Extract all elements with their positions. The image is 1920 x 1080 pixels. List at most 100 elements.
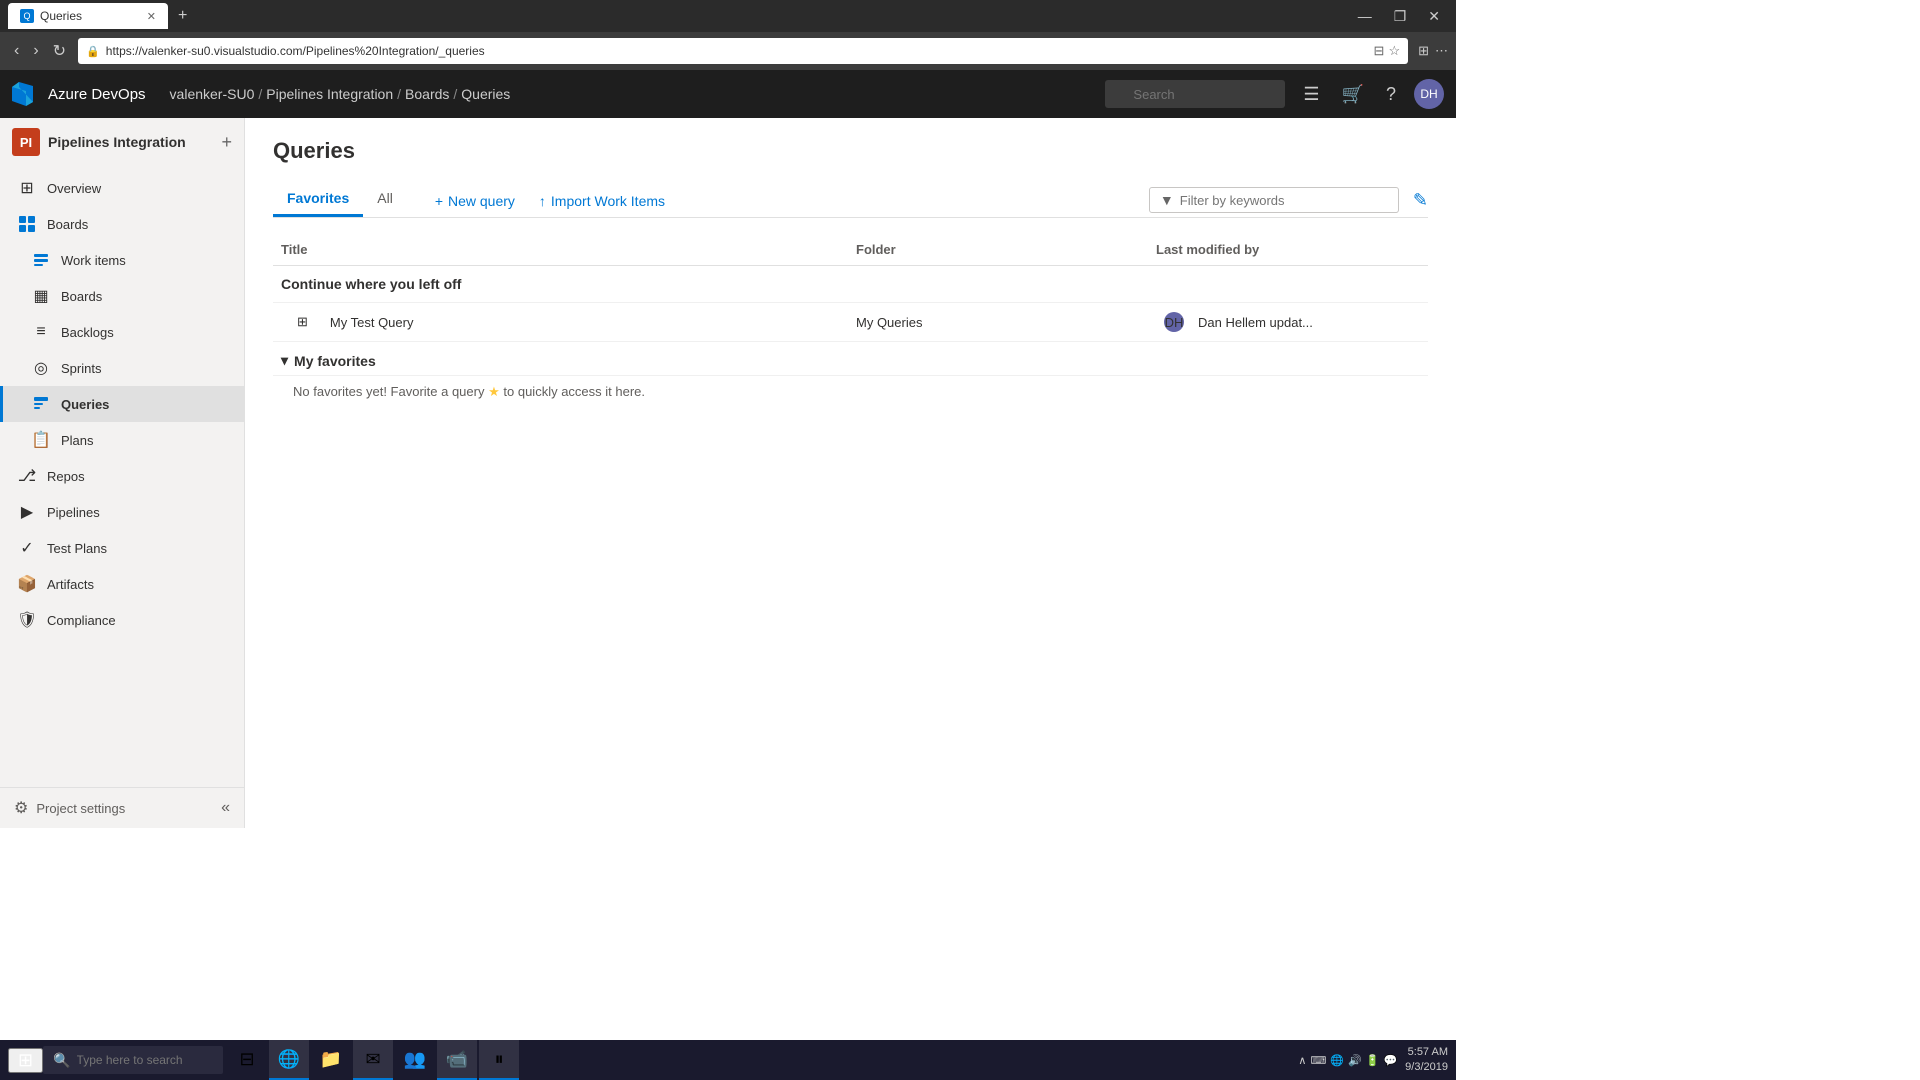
back-button[interactable]: ‹ [8,37,25,65]
project-settings-label: Project settings [36,801,125,816]
main-layout: PI Pipelines Integration + ⊞ Overview Bo… [0,118,1456,828]
taskbar-app-paused[interactable]: ⏸ [479,1040,519,1080]
help-button[interactable]: ? [1382,80,1400,109]
browser-tab[interactable]: Q Queries ✕ [8,3,168,29]
tab-all[interactable]: All [363,182,407,217]
global-search-wrapper[interactable]: 🔍 [1105,80,1285,108]
breadcrumb-sep-1: / [258,86,262,102]
no-favorites-text: No favorites yet! Favorite a query [293,384,484,399]
system-tray-expand[interactable]: ∧ [1298,1054,1306,1067]
reader-mode-icon[interactable]: ⊟ [1374,43,1385,59]
user-avatar[interactable]: DH [1414,79,1444,109]
new-query-button[interactable]: + New query [427,189,523,213]
modified-by-wrapper: DH Dan Hellem updat... [1156,312,1420,332]
minimize-button[interactable]: — [1350,8,1380,25]
taskbar-app-inbox[interactable]: ✉ [353,1040,393,1080]
taskbar-time-value: 5:57 AM [1405,1045,1448,1060]
col-folder: Folder [848,242,1148,257]
extensions-icon[interactable]: ⊞ [1418,43,1429,59]
notification-icon[interactable]: 💬 [1383,1054,1397,1067]
taskbar-clock[interactable]: 5:57 AM 9/3/2019 [1405,1045,1448,1076]
notifications-button[interactable]: ☰ [1299,80,1323,109]
no-favorites-suffix: to quickly access it here. [503,384,645,399]
query-title-text: My Test Query [322,315,422,330]
taskbar-app-task-view[interactable]: ⊟ [227,1040,267,1080]
import-work-items-button[interactable]: ↑ Import Work Items [531,189,673,213]
keyboard-icon: ⌨ [1310,1054,1326,1067]
filter-icon: ▼ [1160,192,1174,208]
taskbar-app-file-explorer[interactable]: 📁 [311,1040,351,1080]
sidebar: PI Pipelines Integration + ⊞ Overview Bo… [0,118,245,828]
filter-box: ▼ ✎ [1149,187,1428,213]
sidebar-item-artifacts[interactable]: 📦 Artifacts [0,566,244,602]
address-bar[interactable]: 🔒 https://valenker-su0.visualstudio.com/… [78,38,1408,64]
sidebar-item-repos[interactable]: ⎇ Repos [0,458,244,494]
table-header: Title Folder Last modified by [273,234,1428,266]
task-view-icon: ⊟ [240,1049,255,1070]
global-search-input[interactable] [1105,80,1285,108]
sidebar-label-overview: Overview [47,181,101,196]
repos-icon: ⎇ [17,466,37,486]
paused-icon: ⏸ [495,1049,504,1070]
url-text: https://valenker-su0.visualstudio.com/Pi… [106,44,485,58]
sidebar-item-boards-header[interactable]: Boards [0,206,244,242]
sidebar-item-backlogs[interactable]: ≡ Backlogs [0,314,244,350]
tab-close-button[interactable]: ✕ [147,10,156,23]
breadcrumb-org[interactable]: valenker-SU0 [170,86,255,102]
artifacts-icon: 📦 [17,574,37,594]
taskbar-app-teams[interactable]: 👥 [395,1040,435,1080]
sidebar-item-overview[interactable]: ⊞ Overview [0,170,244,206]
filter-keywords-input[interactable] [1180,193,1388,208]
maximize-button[interactable]: ❐ [1386,8,1415,25]
sidebar-item-test-plans[interactable]: ✓ Test Plans [0,530,244,566]
query-link[interactable]: ⊞ My Test Query [281,314,840,330]
sidebar-item-sprints[interactable]: ◎ Sprints [0,350,244,386]
breadcrumb-project[interactable]: Pipelines Integration [266,86,393,102]
taskbar-date-value: 9/3/2019 [1405,1060,1448,1075]
refresh-button[interactable]: ↻ [47,37,72,65]
sidebar-item-pipelines[interactable]: ▶ Pipelines [0,494,244,530]
add-project-button[interactable]: + [221,132,232,153]
file-explorer-icon: 📁 [320,1049,342,1070]
breadcrumb-boards[interactable]: Boards [405,86,449,102]
settings-icon[interactable]: ⋯ [1435,43,1448,59]
taskbar-search-wrapper[interactable]: 🔍 [43,1046,223,1074]
new-tab-button[interactable]: + [172,7,193,25]
sidebar-item-work-items[interactable]: Work items [0,242,244,278]
sidebar-item-boards[interactable]: ▦ Boards [0,278,244,314]
bookmark-icon[interactable]: ☆ [1388,43,1400,59]
edge-icon: 🌐 [278,1049,300,1070]
no-favorites-message: No favorites yet! Favorite a query ★ to … [273,376,1428,408]
start-button[interactable]: ⊞ [8,1048,43,1073]
favorites-section-header[interactable]: ▾ My favorites [273,342,1428,376]
close-window-button[interactable]: ✕ [1420,8,1448,25]
sidebar-item-queries[interactable]: Queries [0,386,244,422]
taskbar-app-edge[interactable]: 🌐 [269,1040,309,1080]
teams-icon: 👥 [404,1049,426,1070]
sidebar-label-pipelines: Pipelines [47,505,100,520]
basket-button[interactable]: 🛒 [1338,80,1368,109]
taskbar-app-camtasia[interactable]: 📹 [437,1040,477,1080]
breadcrumb-queries[interactable]: Queries [461,86,510,102]
taskbar: ⊞ 🔍 ⊟ 🌐 📁 ✉ 👥 📹 ⏸ ∧ ⌨ 🌐 🔊 [0,1040,1456,1080]
sidebar-label-boards: Boards [61,289,102,304]
sidebar-item-plans[interactable]: 📋 Plans [0,422,244,458]
brand-logo[interactable]: Azure DevOps [12,80,146,108]
sidebar-collapse-icon[interactable]: « [221,799,230,817]
sidebar-item-compliance[interactable]: 🛡 Compliance [0,602,244,638]
plans-icon: 📋 [31,430,51,450]
filter-input-wrapper[interactable]: ▼ [1149,187,1399,213]
pipelines-icon: ▶ [17,502,37,522]
forward-button[interactable]: › [27,37,44,65]
tab-favorites[interactable]: Favorites [273,182,363,217]
col-modified-by: Last modified by [1148,242,1428,257]
taskbar-right: ∧ ⌨ 🌐 🔊 🔋 💬 5:57 AM 9/3/2019 [1298,1045,1448,1076]
taskbar-search-input[interactable] [77,1053,214,1067]
queries-icon [31,394,51,414]
new-query-label: New query [448,193,515,209]
project-icon: PI [12,128,40,156]
taskbar-search-icon: 🔍 [53,1052,70,1069]
address-bar-row: ‹ › ↻ 🔒 https://valenker-su0.visualstudi… [0,32,1456,70]
edit-icon[interactable]: ✎ [1413,190,1428,211]
project-settings[interactable]: ⚙ Project settings « [0,787,244,828]
